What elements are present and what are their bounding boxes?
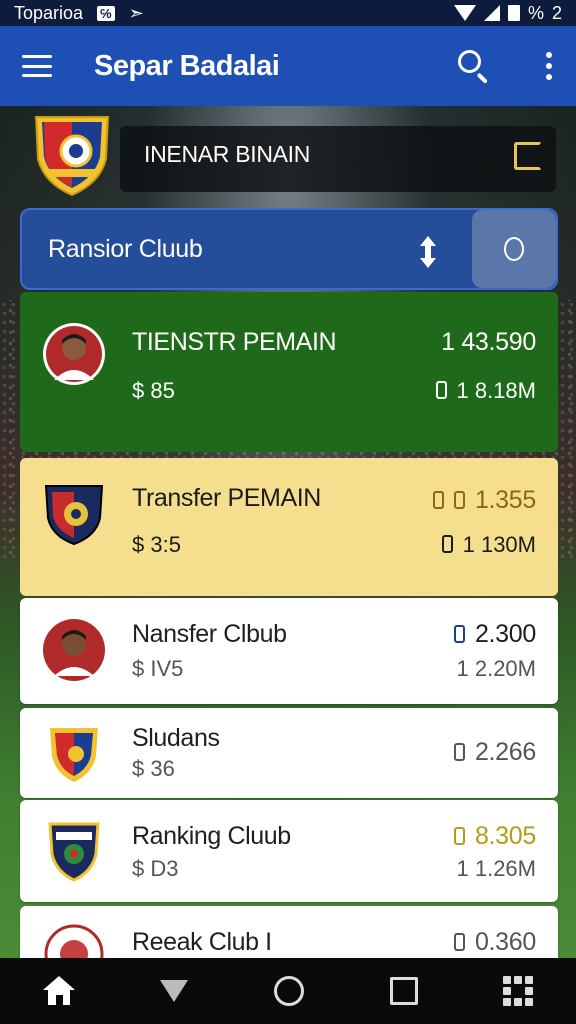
list-item[interactable]: Nansfer Clbub $ IV5 2.300 1 2.20M (20, 598, 558, 704)
menu-icon[interactable] (22, 55, 52, 77)
dollar-icon: $ (132, 656, 151, 681)
sort-icon[interactable] (418, 234, 438, 270)
row-value-bottom-text: 1 8.18M (456, 378, 537, 403)
coin-icon (441, 535, 453, 553)
circle-icon (504, 237, 524, 261)
row-value-top: 8.305 (453, 822, 536, 851)
row-sub: $ 36 (132, 756, 175, 782)
row-sub-value: 85 (150, 378, 175, 403)
coin-icon (453, 827, 465, 845)
row-title: Transfer PEMAIN (132, 484, 321, 512)
coin-icon (453, 625, 465, 643)
row-title: TIENSTR PEMAIN (132, 328, 337, 356)
wifi-icon (453, 5, 476, 21)
list-item[interactable]: TIENSTR PEMAIN $ 85 1 43.590 1 8.18M (20, 292, 558, 452)
row-value-top: 0.360 (453, 928, 536, 957)
row-value-top: 1 43.590 (441, 328, 536, 356)
row-sub-value: D3 (150, 856, 179, 881)
battery-level: 2 (551, 2, 562, 23)
coin-icon (453, 933, 465, 951)
dollar-icon: $ (132, 378, 151, 403)
status-bar: Toparioa ℅ ➣ % 2 (0, 0, 576, 26)
row-value-bottom: 1 1.26M (456, 856, 537, 881)
carrier-label: Toparioa (14, 2, 84, 23)
battery-icon (507, 5, 520, 21)
row-value-bottom: 1 130M (441, 532, 536, 558)
row-value-bottom-text: 1 130M (462, 532, 536, 557)
row-value-top-text: 0.360 (474, 928, 536, 956)
list-item[interactable]: Transfer PEMAIN $ 3:5 1.355 1 130M (20, 458, 558, 596)
row-value-top: 2.266 (453, 738, 536, 767)
row-sub: $ 3:5 (132, 532, 181, 558)
row-value-top-text: 2.300 (474, 620, 536, 648)
list-item[interactable]: Reeak Club I 0.360 (20, 906, 558, 958)
row-sub: $ D3 (132, 856, 178, 882)
row-value-top-text: 8.305 (474, 822, 536, 850)
banner-action-button[interactable] (472, 210, 556, 288)
list-item[interactable]: Ranking Cluub $ D3 8.305 1 1.26M (20, 800, 558, 902)
list-item[interactable]: Sludans $ 36 2.266 (20, 708, 558, 798)
row-title: Ranking Cluub (132, 822, 291, 850)
club-crest-icon (34, 116, 110, 197)
dollar-icon: $ (132, 856, 151, 881)
club-name: Ransior Cluub (48, 234, 203, 263)
player-avatar-icon (43, 619, 105, 681)
back-icon[interactable] (160, 980, 189, 1002)
coin-icon (453, 743, 465, 761)
club-crest-icon (44, 924, 104, 958)
row-title: Sludans (132, 724, 220, 752)
row-value-top-text: 2.266 (474, 738, 536, 766)
bottom-navigation (0, 958, 576, 1024)
club-crest-icon (50, 728, 98, 782)
search-icon[interactable] (456, 48, 492, 84)
row-sub-value: 3:5 (150, 532, 181, 557)
club-crest-icon (44, 485, 104, 546)
app-title: Separ Badalai (94, 49, 280, 82)
dollar-icon: $ (132, 756, 151, 781)
notification-icon: ℅ (97, 5, 115, 21)
grid-icon[interactable] (503, 976, 534, 1006)
row-sub: $ IV5 (132, 656, 183, 682)
player-avatar-icon (43, 323, 105, 385)
row-sub: $ 85 (132, 378, 175, 404)
row-value-top-text: 1.355 (474, 486, 536, 514)
club-crest-icon (48, 822, 100, 882)
app-bar: Separ Badalai (0, 26, 576, 106)
arrow-icon: ➣ (128, 2, 144, 23)
league-header: INENAR BINAIN (30, 114, 556, 197)
row-value-top: 1.355 (432, 486, 536, 515)
row-value-bottom: 1 2.20M (456, 656, 537, 681)
row-value-top: 2.300 (453, 620, 536, 649)
coin-icon (432, 491, 444, 509)
more-vert-icon[interactable] (544, 52, 554, 80)
row-sub-value: IV5 (150, 656, 184, 681)
circle-home-icon[interactable] (273, 976, 304, 1006)
header-title: INENAR BINAIN (144, 140, 311, 167)
row-sub-value: 36 (150, 756, 175, 781)
coin-icon (453, 491, 465, 509)
signal-icon (483, 5, 500, 21)
recent-apps-icon[interactable] (389, 977, 418, 1005)
battery-percent: % (527, 2, 544, 23)
row-title: Reeak Club I (132, 928, 272, 956)
home-icon[interactable] (42, 976, 75, 1006)
club-banner[interactable]: Ransior Cluub (20, 208, 558, 290)
dollar-icon: $ (132, 532, 151, 557)
expand-icon[interactable] (514, 142, 542, 170)
row-title: Nansfer Clbub (132, 620, 287, 648)
coin-icon (435, 381, 447, 399)
row-value-bottom: 1 8.18M (435, 378, 537, 404)
